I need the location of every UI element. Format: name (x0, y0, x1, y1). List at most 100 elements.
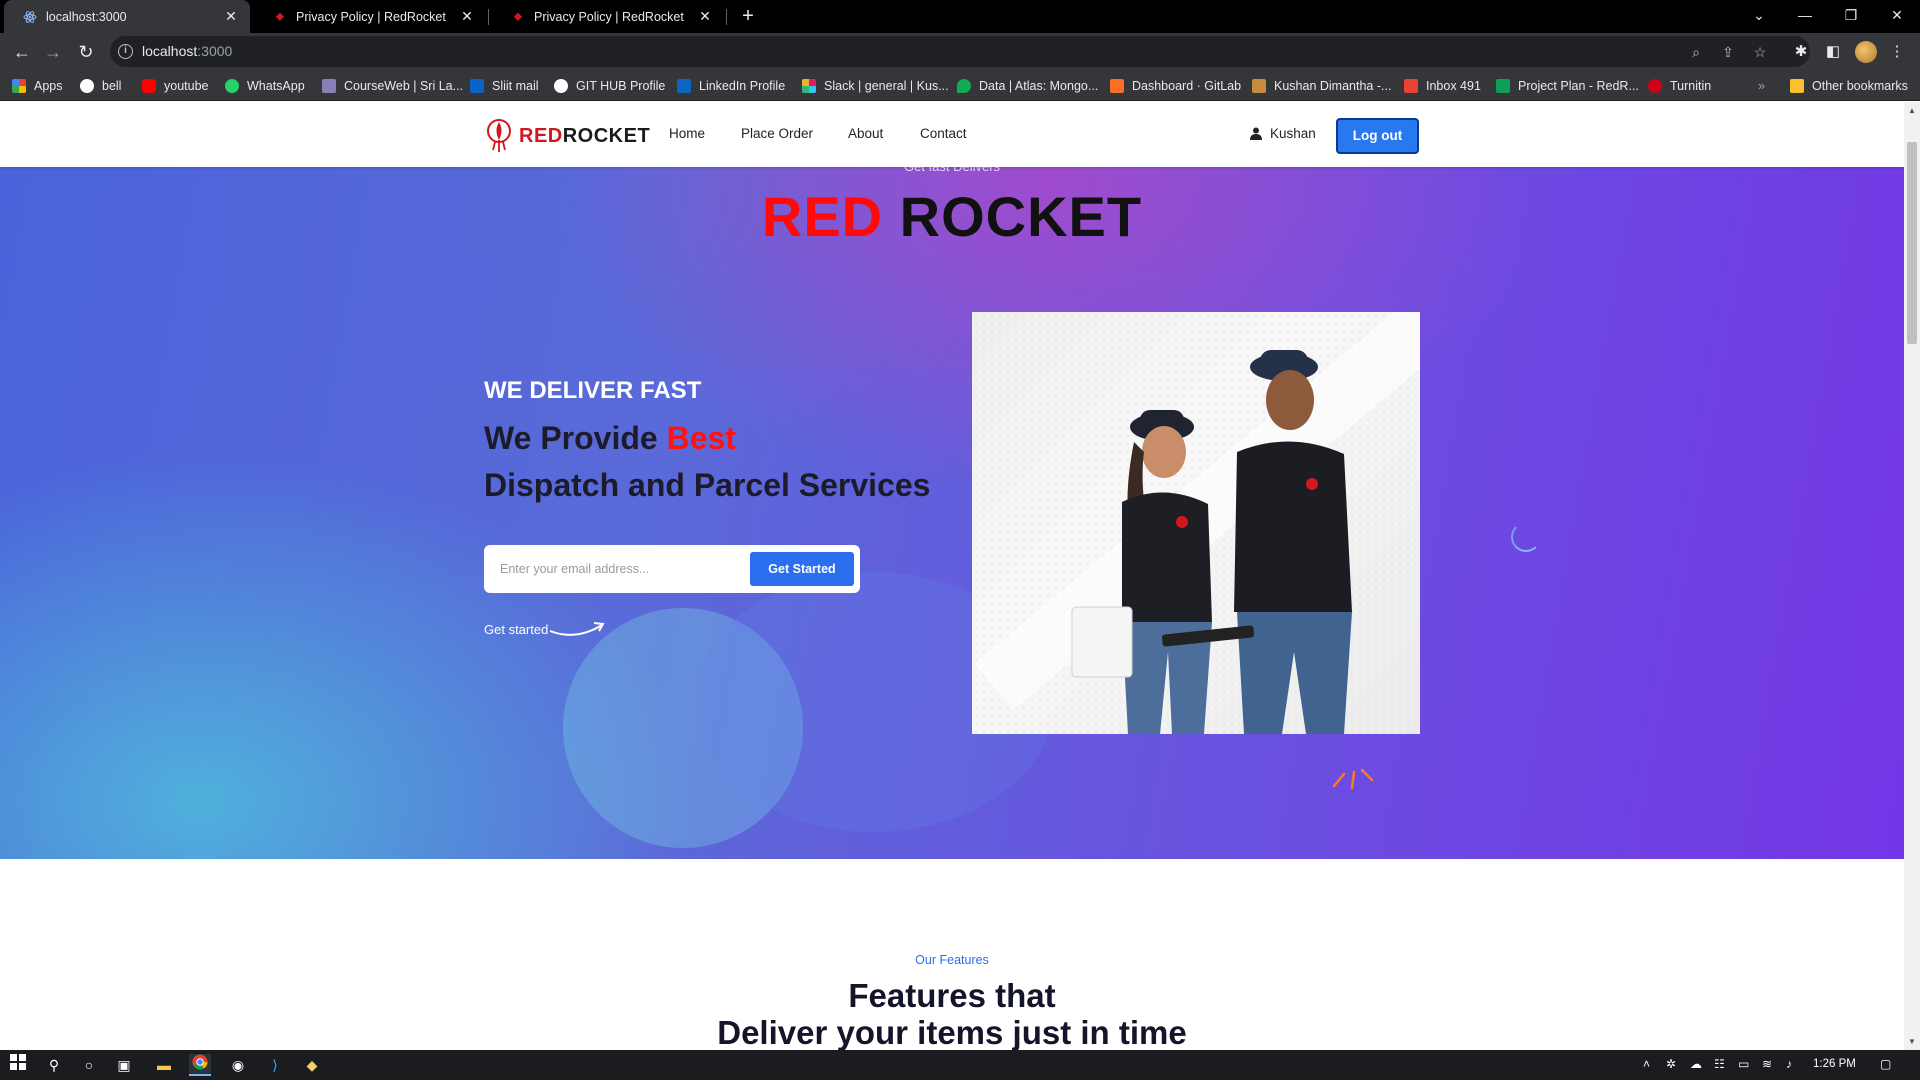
bookmark-slack[interactable]: Slack | general | Kus... (802, 77, 949, 95)
scroll-up-arrow-icon[interactable]: ▲ (1908, 106, 1916, 115)
tab-localhost[interactable]: localhost:3000 ✕ (4, 0, 250, 33)
user-icon (1250, 127, 1262, 140)
turnitin-icon (1648, 79, 1662, 93)
back-arrow-icon[interactable]: ← (8, 38, 36, 66)
bookmark-label: GIT HUB Profile (576, 79, 666, 93)
tab-search-icon[interactable]: ⌄ (1736, 0, 1782, 33)
bookmark-bell[interactable]: bell (80, 77, 121, 95)
vscode-icon[interactable]: ⟩ (264, 1054, 286, 1076)
logout-button[interactable]: Log out (1336, 118, 1419, 154)
close-icon[interactable]: ✕ (696, 8, 714, 25)
page-scrollbar[interactable]: ▲ ▼ (1904, 102, 1920, 1050)
address-bar[interactable]: i localhost:3000 ⌕ ⇪ ☆ (110, 36, 1810, 67)
outlook-icon (470, 79, 484, 93)
bluetooth-icon[interactable]: ✲ (1666, 1057, 1676, 1071)
tray-overflow-icon[interactable]: ˄ (1643, 1057, 1650, 1071)
tab-divider (726, 9, 727, 25)
bell-icon (80, 79, 94, 93)
logo-text-dark: ROCKET (562, 124, 651, 147)
chrome-profile-icon[interactable]: ◉ (227, 1054, 249, 1076)
notifications-icon[interactable]: ▢ (1880, 1057, 1891, 1071)
onedrive-icon[interactable]: ☁ (1690, 1057, 1702, 1071)
bookmark-gitlab[interactable]: Dashboard · GitLab (1110, 77, 1241, 95)
github-icon (554, 79, 568, 93)
features-title-line1: Features that (848, 977, 1056, 1014)
bookmark-gmail[interactable]: Inbox 491 (1404, 77, 1481, 95)
scrollbar-thumb[interactable] (1907, 142, 1917, 344)
tab-privacy-policy-1[interactable]: ⬥ Privacy Policy | RedRocket ✕ (254, 0, 486, 33)
search-icon[interactable]: ⚲ (43, 1054, 65, 1076)
slack-icon (802, 79, 816, 93)
bookmark-youtube[interactable]: youtube (142, 77, 208, 95)
wifi-icon[interactable]: ≋ (1762, 1057, 1772, 1071)
nav-link-place-order[interactable]: Place Order (741, 126, 813, 141)
redrocket-logo[interactable]: RED ROCKET (485, 118, 650, 154)
bookmark-label: Apps (34, 79, 63, 93)
profile-avatar[interactable] (1855, 41, 1877, 63)
delivery-staff-photo (972, 312, 1420, 734)
windows-start-icon[interactable] (7, 1054, 29, 1076)
logo-text-red: RED (519, 124, 563, 147)
tab-privacy-policy-2[interactable]: ⬥ Privacy Policy | RedRocket ✕ (492, 0, 724, 33)
volume-icon[interactable]: ♪ (1786, 1057, 1792, 1071)
site-info-icon[interactable]: i (118, 44, 133, 59)
gitlab-icon (1110, 79, 1124, 93)
share-icon[interactable]: ⇪ (1718, 42, 1738, 62)
cortana-icon[interactable]: ○ (78, 1054, 100, 1076)
scroll-down-arrow-icon[interactable]: ▼ (1908, 1037, 1916, 1046)
battery-icon[interactable]: ▭ (1738, 1057, 1749, 1071)
get-started-button[interactable]: Get Started (750, 552, 854, 586)
rocket-pin-icon: ⬥ (275, 9, 285, 23)
bookmark-project-plan[interactable]: Project Plan - RedR... (1496, 77, 1639, 95)
other-bookmarks[interactable]: Other bookmarks (1790, 77, 1908, 95)
bookmark-turnitin[interactable]: Turnitin (1648, 77, 1711, 95)
new-tab-button[interactable]: + (736, 4, 760, 28)
forward-arrow-icon[interactable]: → (39, 38, 67, 66)
bookmark-linkedin[interactable]: LinkedIn Profile (677, 77, 785, 95)
get-started-link[interactable]: Get started (484, 619, 606, 639)
tab-divider (488, 9, 489, 25)
file-explorer-icon[interactable]: ▬ (153, 1054, 175, 1076)
bookmarks-overflow[interactable]: » (1758, 77, 1765, 95)
bookmark-github[interactable]: GIT HUB Profile (554, 77, 665, 95)
user-name: Kushan (1270, 126, 1316, 141)
bookmark-kushan[interactable]: Kushan Dimantha -... (1252, 77, 1391, 95)
nav-link-about[interactable]: About (848, 126, 883, 141)
mongodb-leaf-icon (957, 79, 971, 93)
bookmark-mongo-atlas[interactable]: Data | Atlas: Mongo... (957, 77, 1098, 95)
taskbar-clock[interactable]: 1:26 PM (1813, 1058, 1856, 1070)
bookmark-courseweb[interactable]: CourseWeb | Sri La... (322, 77, 463, 95)
bookmark-sliit-mail[interactable]: Sliit mail (470, 77, 539, 95)
youtube-icon (142, 79, 156, 93)
nav-link-home[interactable]: Home (669, 126, 705, 141)
bookmark-whatsapp[interactable]: WhatsApp (225, 77, 305, 95)
task-view-icon[interactable]: ▣ (113, 1054, 135, 1076)
chrome-icon[interactable] (189, 1054, 211, 1076)
headline-accent: Best (666, 420, 736, 456)
git-client-icon[interactable]: ◆ (301, 1054, 323, 1076)
window-close-button[interactable]: ✕ (1874, 0, 1920, 33)
features-eyebrow: Our Features (915, 953, 989, 967)
zoom-icon[interactable]: ⌕ (1686, 42, 1706, 62)
email-input[interactable] (500, 559, 740, 579)
reload-icon[interactable]: ↻ (72, 38, 100, 66)
tab-title: Privacy Policy | RedRocket (534, 9, 684, 24)
windows-taskbar: ⚲ ○ ▣ ▬ ◉ ⟩ ◆ ˄ ✲ ☁ ☷ ▭ ≋ ♪ 1:26 PM ▢ (0, 1050, 1920, 1080)
side-panel-icon[interactable]: ◧ (1822, 41, 1844, 63)
bookmark-label: Other bookmarks (1812, 79, 1908, 93)
tab-title: Privacy Policy | RedRocket (296, 9, 446, 24)
menu-kebab-icon[interactable]: ⋮ (1886, 41, 1908, 63)
restore-button[interactable]: ❐ (1828, 0, 1874, 33)
minimize-button[interactable]: — (1782, 0, 1828, 33)
hero-brand-title: RED ROCKET (0, 184, 1904, 249)
apps-grid-icon (12, 79, 26, 93)
bookmark-apps[interactable]: Apps (12, 77, 63, 95)
close-icon[interactable]: ✕ (222, 8, 240, 25)
close-icon[interactable]: ✕ (458, 8, 476, 25)
user-menu[interactable]: Kushan (1250, 126, 1316, 141)
bookmark-label: Kushan Dimantha -... (1274, 79, 1392, 93)
extensions-icon[interactable]: ✱ (1790, 41, 1812, 63)
network-icon[interactable]: ☷ (1714, 1057, 1725, 1071)
nav-link-contact[interactable]: Contact (920, 126, 967, 141)
star-icon[interactable]: ☆ (1750, 42, 1770, 62)
